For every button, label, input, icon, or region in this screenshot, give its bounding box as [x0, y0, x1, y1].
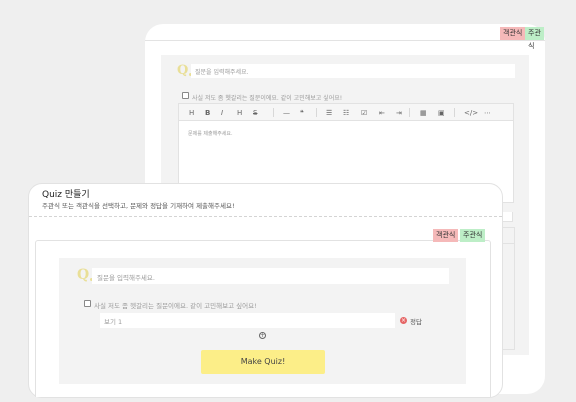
more-icon[interactable]: ⋯: [484, 107, 491, 119]
tab-subjective[interactable]: 주관식: [525, 27, 544, 50]
front-subtitle: 주관식 또는 객관식을 선택하고, 문제와 정답을 기재하여 제출해주세요!: [42, 202, 235, 210]
toolbar-divider: [409, 108, 410, 117]
tab-objective[interactable]: 객관식: [500, 27, 526, 40]
quote-icon[interactable]: ❝: [300, 107, 304, 119]
remove-option-icon[interactable]: ×: [400, 317, 407, 324]
make-quiz-button[interactable]: Make Quiz!: [201, 350, 325, 374]
tab-subjective[interactable]: 주관식: [460, 229, 486, 242]
back-confusing-checkbox[interactable]: [182, 92, 189, 99]
task-list-icon[interactable]: ☑: [361, 107, 367, 119]
toolbar-divider: [273, 108, 274, 117]
front-title: Quiz 만들기: [42, 190, 90, 200]
option-placeholder: 보기 1: [104, 318, 123, 326]
bold-icon[interactable]: B: [205, 107, 210, 119]
back-confusing-checkbox-row[interactable]: 사실 저도 좀 헷갈리는 질문이에요. 같이 고민해보고 싶어요!: [182, 85, 502, 102]
back-confusing-label: 사실 저도 좀 헷갈리는 질문이에요. 같이 고민해보고 싶어요!: [192, 95, 343, 102]
heading-1-icon[interactable]: H: [189, 107, 194, 119]
front-dashed-divider: [29, 216, 502, 217]
back-card-divider: [145, 40, 545, 41]
back-tag-group: 객관식 주관식: [500, 27, 544, 50]
image-icon[interactable]: ▣: [438, 107, 445, 119]
ordered-list-icon[interactable]: ☷: [343, 107, 349, 119]
table-icon[interactable]: ▦: [420, 107, 427, 119]
back-editor-toolbar: H B I H S — ❝ ☰ ☷ ☑ ⇤ ⇥ ▦ ▣ </> ⋯: [179, 104, 513, 121]
italic-icon[interactable]: I: [221, 107, 223, 119]
option-input[interactable]: 보기 1: [100, 313, 395, 328]
front-confusing-label: 사실 저도 좀 헷갈리는 질문이에요. 같이 고민해보고 싶어요!: [94, 302, 257, 310]
hr-icon[interactable]: —: [283, 107, 290, 119]
front-confusing-checkbox-row[interactable]: 사실 저도 좀 헷갈리는 질문이에요. 같이 고민해보고 싶어요!: [84, 293, 404, 310]
back-question-placeholder: 질문을 입력해주세요.: [195, 69, 249, 76]
back-editor-placeholder: 문제를 제출해주세요.: [188, 131, 233, 137]
bullet-list-icon[interactable]: ☰: [326, 107, 332, 119]
outdent-icon[interactable]: ⇤: [379, 107, 385, 119]
heading-2-icon[interactable]: H: [237, 107, 242, 119]
front-question-input[interactable]: 질문을 입력해주세요.: [92, 268, 449, 284]
strike-icon[interactable]: S: [253, 107, 257, 119]
toolbar-divider: [316, 108, 317, 117]
toolbar-buttons: H B I H S — ❝ ☰ ☷ ☑ ⇤ ⇥ ▦ ▣ </> ⋯: [189, 107, 509, 119]
toolbar-divider: [454, 108, 455, 117]
tab-objective[interactable]: 객관식: [433, 229, 459, 242]
add-option-icon[interactable]: +: [259, 332, 266, 339]
front-q-icon: Q: [77, 268, 94, 282]
back-question-input[interactable]: 질문을 입력해주세요.: [191, 64, 515, 78]
back-q-icon: Q: [177, 64, 193, 77]
front-tag-group: 객관식 주관식: [433, 229, 489, 242]
indent-icon[interactable]: ⇥: [396, 107, 402, 119]
front-confusing-checkbox[interactable]: [84, 300, 91, 307]
code-icon[interactable]: </>: [464, 107, 478, 119]
answer-label[interactable]: 정답: [410, 316, 422, 326]
front-question-placeholder: 질문을 입력해주세요.: [97, 274, 155, 282]
